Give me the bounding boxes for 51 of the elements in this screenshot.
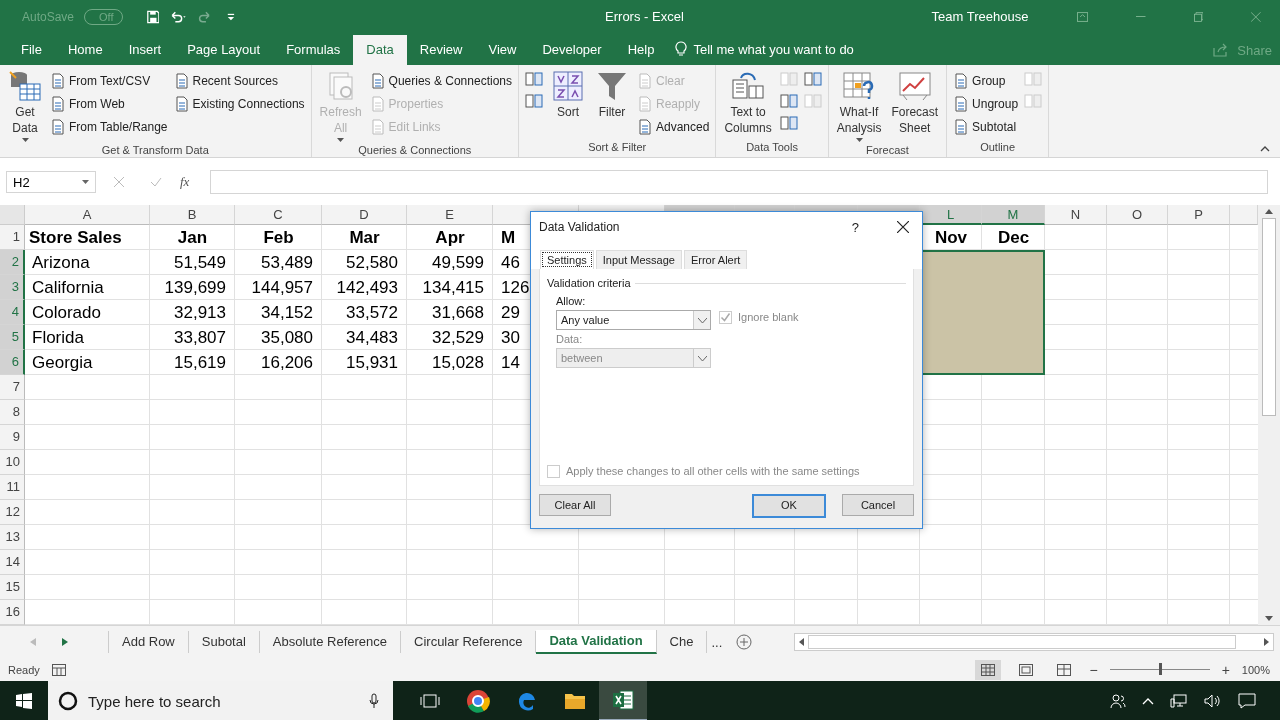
group-label: Forecast [865, 143, 910, 157]
dialog-title: Data Validation [539, 220, 621, 234]
table-cell-text: 32,529 [431, 327, 485, 349]
table-cell-text: 35,080 [260, 327, 314, 349]
table-cell-text: California [31, 277, 105, 299]
table-cell-text: Georgia [31, 352, 94, 374]
table-cell-text: M [500, 227, 516, 249]
table-cell-text: 142,493 [335, 277, 399, 299]
table-cell-text: 15,619 [173, 352, 227, 374]
window-title: Errors - Excel [605, 9, 685, 24]
table-cell-text: 34,483 [345, 327, 399, 349]
table-cell-text: 29 [500, 302, 520, 324]
table-cell-text: 49,599 [431, 252, 485, 274]
table-cell-text: 33,572 [345, 302, 399, 324]
table-cell-text: Nov [933, 227, 969, 249]
table-cell-text: Store Sales [28, 227, 123, 249]
table-cell-text: Mar [348, 227, 381, 249]
table-cell-text: 32,913 [173, 302, 227, 324]
status-text: Ready [8, 663, 40, 676]
section-title: Validation criteria [547, 277, 631, 289]
table-cell-text: 52,580 [345, 252, 399, 274]
field-label: Allow: [556, 295, 587, 307]
table-cell-text: 144,957 [250, 277, 314, 299]
table-cell-text: 139,699 [163, 277, 227, 299]
autosave-label: AutoSave [22, 9, 75, 24]
table-cell-text: 53,489 [260, 252, 314, 274]
table-cell-text: 16,206 [260, 352, 314, 374]
table-cell-text: Dec [996, 227, 1031, 249]
group-label: Queries & Connections [357, 143, 473, 157]
table-cell-text: Arizona [31, 252, 91, 274]
table-cell-text: 14 [500, 352, 520, 374]
group-label: Outline [979, 140, 1017, 155]
table-cell-text: Feb [262, 227, 295, 249]
table-cell-text: Jan [176, 227, 209, 249]
table-cell-text: Florida [31, 327, 85, 349]
table-cell-text: 33,807 [173, 327, 227, 349]
group-label: Sort & Filter [587, 140, 648, 155]
table-cell-text: 34,152 [260, 302, 314, 324]
table-cell-text: Colorado [31, 302, 102, 324]
group-label: Data Tools [745, 140, 799, 155]
table-cell-text: 51,549 [173, 252, 227, 274]
table-cell-text: 126 [500, 277, 530, 299]
table-cell-text: 134,415 [421, 277, 485, 299]
table-cell-text: 30 [500, 327, 520, 349]
field-label: Data: [556, 333, 584, 345]
table-cell-text: Apr [434, 227, 466, 249]
table-cell-text: 31,668 [431, 302, 485, 324]
group-label: Get & Transform Data [100, 143, 210, 157]
table-cell-text: 15,931 [345, 352, 399, 374]
table-cell-text: 46 [500, 252, 520, 274]
table-cell-text: 15,028 [431, 352, 485, 374]
